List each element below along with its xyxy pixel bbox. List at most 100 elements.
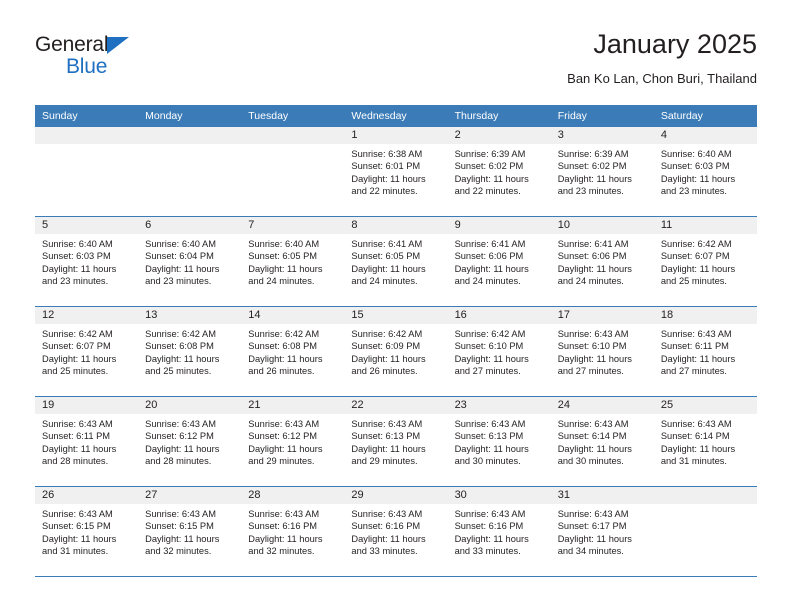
- day-number: [241, 127, 345, 144]
- calendar-day-cell[interactable]: 31 Sunrise: 6:43 AM Sunset: 6:17 PM Dayligh…: [550, 486, 654, 577]
- calendar-day-cell[interactable]: 25 Sunrise: 6:43 AM Sunset: 6:14 PM Dayligh…: [653, 396, 757, 487]
- day-cell-content: [653, 487, 757, 576]
- calendar-day-cell[interactable]: 2 Sunrise: 6:39 AM Sunset: 6:02 PM Daylight…: [447, 127, 551, 217]
- calendar-day-cell[interactable]: 29 Sunrise: 6:43 AM Sunset: 6:16 PM Dayligh…: [344, 486, 448, 577]
- daylight-text-line1: Daylight: 11 hours: [42, 443, 117, 454]
- calendar-week-row: 5 Sunrise: 6:40 AM Sunset: 6:03 PM Daylight…: [35, 216, 757, 307]
- daylight-text-line1: Daylight: 11 hours: [454, 533, 529, 544]
- daylight-text-line2: and 22 minutes.: [454, 185, 521, 196]
- calendar-empty-cell: [35, 127, 139, 217]
- calendar-day-cell[interactable]: 15 Sunrise: 6:42 AM Sunset: 6:09 PM Dayligh…: [344, 306, 448, 397]
- day-cell-content: 7 Sunrise: 6:40 AM Sunset: 6:05 PM Daylight…: [241, 217, 345, 306]
- sunrise-text: Sunrise: 6:43 AM: [145, 509, 216, 519]
- day-details: Sunrise: 6:39 AM Sunset: 6:02 PM Daylight:…: [448, 144, 551, 197]
- calendar-day-cell[interactable]: 27 Sunrise: 6:43 AM Sunset: 6:15 PM Dayligh…: [138, 486, 242, 577]
- calendar-day-cell[interactable]: 10 Sunrise: 6:41 AM Sunset: 6:06 PM Dayligh…: [550, 216, 654, 307]
- sunrise-text: Sunrise: 6:41 AM: [351, 239, 423, 249]
- daylight-text-line1: Daylight: 11 hours: [351, 353, 426, 364]
- sunrise-text: Sunrise: 6:42 AM: [145, 329, 216, 339]
- day-number: [35, 127, 139, 144]
- general-blue-logo[interactable]: General Blue: [35, 34, 215, 86]
- sunrise-text: Sunrise: 6:39 AM: [454, 149, 526, 159]
- daylight-text-line2: and 23 minutes.: [42, 275, 109, 286]
- day-cell-content: 28 Sunrise: 6:43 AM Sunset: 6:16 PM Dayligh…: [241, 487, 345, 576]
- day-cell-content: 10 Sunrise: 6:41 AM Sunset: 6:06 PM Dayligh…: [550, 217, 654, 306]
- daylight-text-line1: Daylight: 11 hours: [145, 263, 220, 274]
- day-cell-content: 12 Sunrise: 6:42 AM Sunset: 6:07 PM Dayligh…: [35, 307, 139, 396]
- calendar-day-cell[interactable]: 5 Sunrise: 6:40 AM Sunset: 6:03 PM Daylight…: [35, 216, 139, 307]
- calendar-day-cell[interactable]: 28 Sunrise: 6:43 AM Sunset: 6:16 PM Dayligh…: [241, 486, 345, 577]
- calendar-day-cell[interactable]: 24 Sunrise: 6:43 AM Sunset: 6:14 PM Dayligh…: [550, 396, 654, 487]
- calendar-day-cell[interactable]: 18 Sunrise: 6:43 AM Sunset: 6:11 PM Dayligh…: [653, 306, 757, 397]
- calendar-day-cell[interactable]: 17 Sunrise: 6:43 AM Sunset: 6:10 PM Dayligh…: [550, 306, 654, 397]
- day-number: 14: [241, 307, 345, 324]
- day-details: Sunrise: 6:41 AM Sunset: 6:05 PM Daylight:…: [344, 234, 447, 287]
- calendar-day-cell[interactable]: 11 Sunrise: 6:42 AM Sunset: 6:07 PM Dayligh…: [653, 216, 757, 307]
- calendar-day-cell[interactable]: 23 Sunrise: 6:43 AM Sunset: 6:13 PM Dayligh…: [447, 396, 551, 487]
- day-details: Sunrise: 6:38 AM Sunset: 6:01 PM Daylight:…: [344, 144, 447, 197]
- day-number: 22: [344, 397, 448, 414]
- daylight-text-line2: and 24 minutes.: [454, 275, 521, 286]
- day-number: 23: [447, 397, 551, 414]
- page-header: General Blue January 2025 Ban Ko Lan, Ch…: [35, 28, 757, 100]
- sunset-text: Sunset: 6:07 PM: [42, 341, 111, 352]
- day-cell-content: [241, 127, 345, 216]
- day-details: Sunrise: 6:42 AM Sunset: 6:08 PM Daylight:…: [241, 324, 344, 377]
- calendar-day-cell[interactable]: 26 Sunrise: 6:43 AM Sunset: 6:15 PM Dayligh…: [35, 486, 139, 577]
- daylight-text-line2: and 26 minutes.: [248, 365, 315, 376]
- daylight-text-line1: Daylight: 11 hours: [557, 263, 632, 274]
- calendar-header-row: Sunday Monday Tuesday Wednesday Thursday…: [35, 105, 757, 127]
- calendar-day-cell[interactable]: 19 Sunrise: 6:43 AM Sunset: 6:11 PM Dayligh…: [35, 396, 139, 487]
- calendar-day-cell[interactable]: 3 Sunrise: 6:39 AM Sunset: 6:02 PM Daylight…: [550, 127, 654, 217]
- daylight-text-line1: Daylight: 11 hours: [145, 443, 220, 454]
- day-number: 9: [447, 217, 551, 234]
- day-cell-content: 21 Sunrise: 6:43 AM Sunset: 6:12 PM Dayligh…: [241, 397, 345, 486]
- calendar-day-cell[interactable]: 7 Sunrise: 6:40 AM Sunset: 6:05 PM Daylight…: [241, 216, 345, 307]
- calendar-week-row: 26 Sunrise: 6:43 AM Sunset: 6:15 PM Dayligh…: [35, 486, 757, 577]
- day-number: 6: [138, 217, 242, 234]
- day-number: 5: [35, 217, 139, 234]
- calendar-day-cell[interactable]: 9 Sunrise: 6:41 AM Sunset: 6:06 PM Daylight…: [447, 216, 551, 307]
- day-cell-content: 9 Sunrise: 6:41 AM Sunset: 6:06 PM Daylight…: [447, 217, 551, 306]
- daylight-text-line2: and 32 minutes.: [248, 545, 315, 556]
- daylight-text-line2: and 25 minutes.: [660, 275, 727, 286]
- day-number: 10: [550, 217, 654, 234]
- daylight-text-line1: Daylight: 11 hours: [660, 263, 736, 274]
- sunset-text: Sunset: 6:07 PM: [660, 251, 730, 262]
- sunrise-text: Sunrise: 6:43 AM: [660, 419, 732, 429]
- calendar-day-cell[interactable]: 6 Sunrise: 6:40 AM Sunset: 6:04 PM Daylight…: [138, 216, 242, 307]
- calendar-day-cell[interactable]: 20 Sunrise: 6:43 AM Sunset: 6:12 PM Dayligh…: [138, 396, 242, 487]
- sunset-text: Sunset: 6:08 PM: [248, 341, 318, 352]
- day-number: 7: [241, 217, 345, 234]
- sunrise-text: Sunrise: 6:42 AM: [660, 239, 732, 249]
- day-details: Sunrise: 6:43 AM Sunset: 6:16 PM Daylight:…: [241, 504, 344, 557]
- day-number: 3: [550, 127, 654, 144]
- calendar-day-cell[interactable]: 21 Sunrise: 6:43 AM Sunset: 6:12 PM Dayligh…: [241, 396, 345, 487]
- calendar-day-cell[interactable]: 1 Sunrise: 6:38 AM Sunset: 6:01 PM Daylight…: [344, 127, 448, 217]
- calendar-day-cell[interactable]: 30 Sunrise: 6:43 AM Sunset: 6:16 PM Dayligh…: [447, 486, 551, 577]
- sunrise-text: Sunrise: 6:42 AM: [454, 329, 526, 339]
- day-number: [138, 127, 242, 144]
- sunrise-text: Sunrise: 6:43 AM: [660, 329, 732, 339]
- calendar-empty-cell: [653, 486, 757, 577]
- sunrise-text: Sunrise: 6:40 AM: [248, 239, 320, 249]
- sunset-text: Sunset: 6:13 PM: [351, 431, 421, 442]
- calendar-day-cell[interactable]: 14 Sunrise: 6:42 AM Sunset: 6:08 PM Dayligh…: [241, 306, 345, 397]
- calendar-empty-cell: [138, 127, 242, 217]
- day-number: 8: [344, 217, 448, 234]
- day-details: Sunrise: 6:43 AM Sunset: 6:11 PM Daylight:…: [654, 324, 757, 377]
- daylight-text-line2: and 22 minutes.: [351, 185, 418, 196]
- calendar-day-cell[interactable]: 8 Sunrise: 6:41 AM Sunset: 6:05 PM Daylight…: [344, 216, 448, 307]
- calendar-day-cell[interactable]: 16 Sunrise: 6:42 AM Sunset: 6:10 PM Dayligh…: [447, 306, 551, 397]
- day-number: 20: [138, 397, 242, 414]
- calendar-day-cell[interactable]: 4 Sunrise: 6:40 AM Sunset: 6:03 PM Daylight…: [653, 127, 757, 217]
- daylight-text-line2: and 31 minutes.: [660, 455, 727, 466]
- day-number: 12: [35, 307, 139, 324]
- daylight-text-line1: Daylight: 11 hours: [351, 533, 426, 544]
- calendar-day-cell[interactable]: 22 Sunrise: 6:43 AM Sunset: 6:13 PM Dayligh…: [344, 396, 448, 487]
- day-cell-content: 8 Sunrise: 6:41 AM Sunset: 6:05 PM Daylight…: [344, 217, 448, 306]
- calendar-day-cell[interactable]: 12 Sunrise: 6:42 AM Sunset: 6:07 PM Dayligh…: [35, 306, 139, 397]
- daylight-text-line2: and 29 minutes.: [248, 455, 315, 466]
- calendar-day-cell[interactable]: 13 Sunrise: 6:42 AM Sunset: 6:08 PM Dayligh…: [138, 306, 242, 397]
- daylight-text-line1: Daylight: 11 hours: [351, 263, 426, 274]
